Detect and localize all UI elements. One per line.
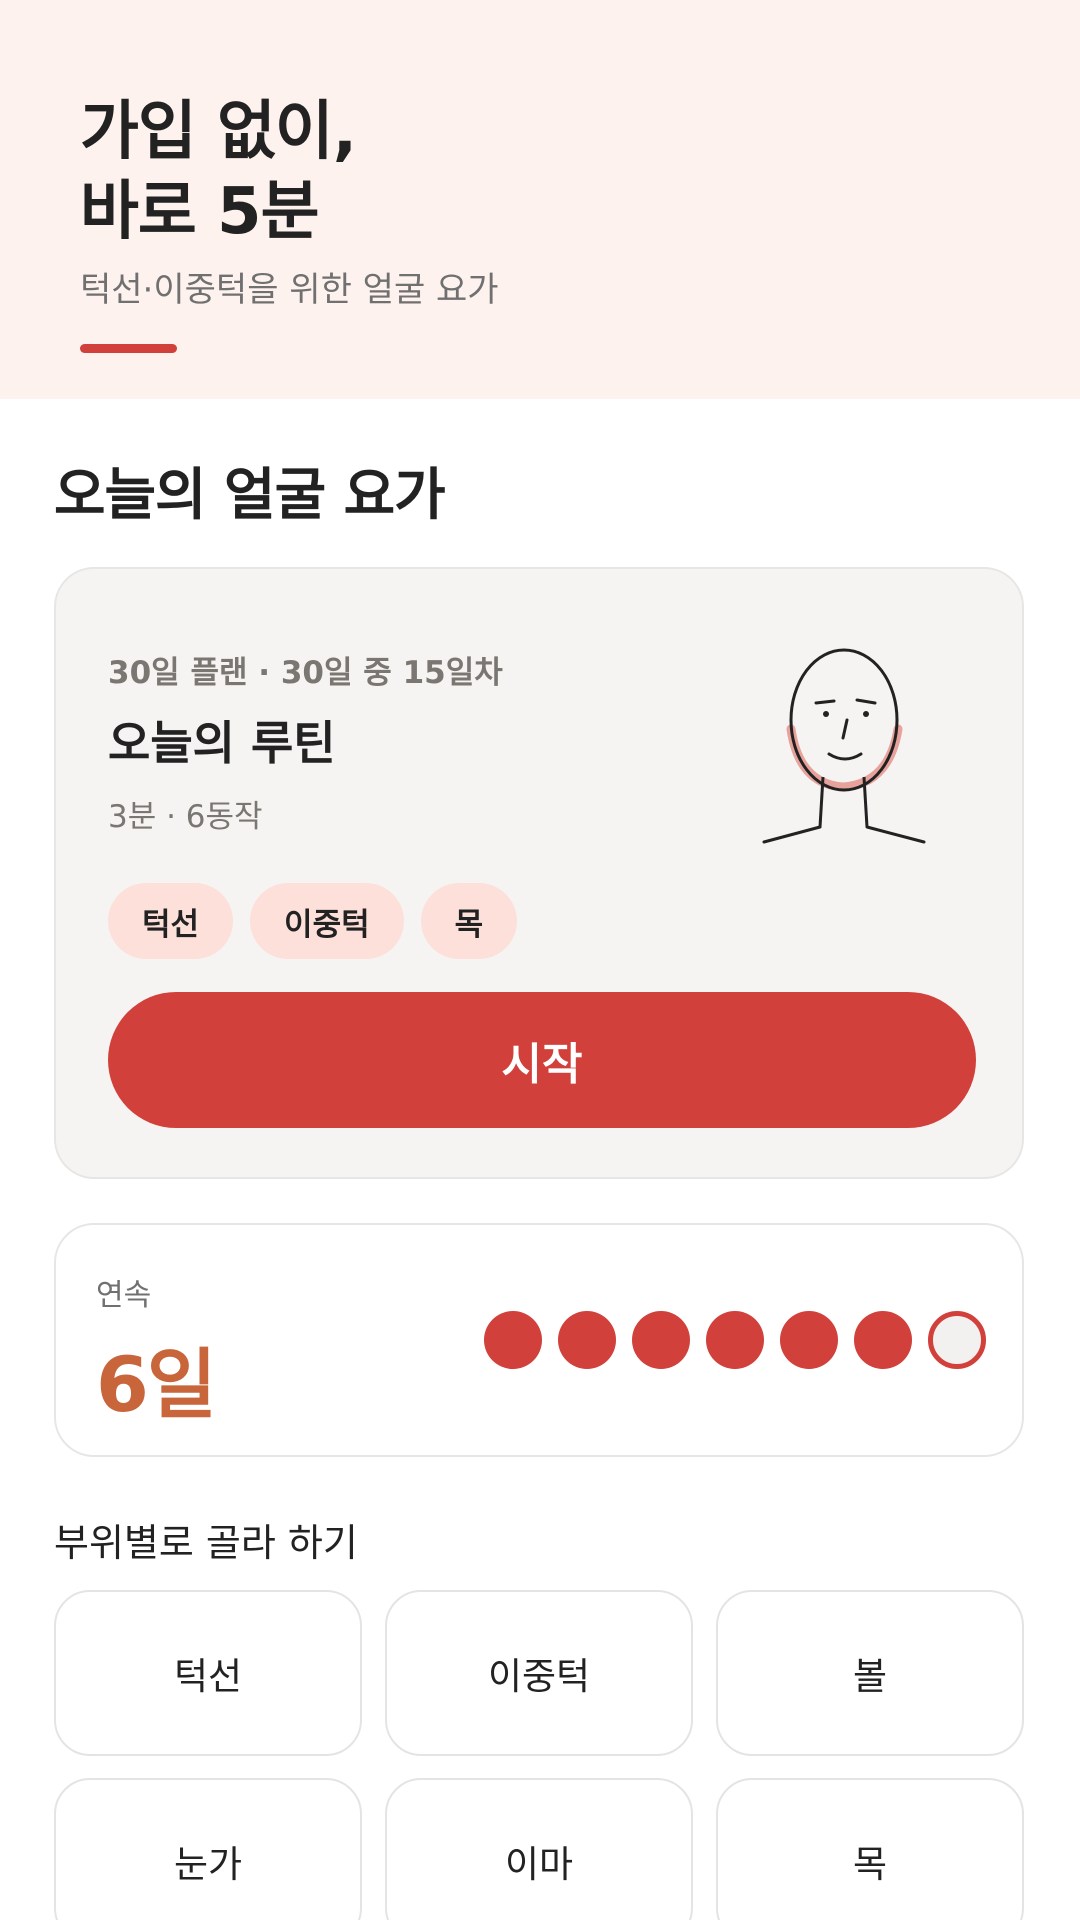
streak-day-complete-dot	[780, 1311, 838, 1369]
today-routine-card: 30일 플랜 · 30일 중 15일차 오늘의 루틴 3분 · 6동작 턱선 이…	[54, 567, 1024, 1179]
routine-title: 오늘의 루틴	[108, 716, 336, 770]
streak-day-complete-dot	[632, 1311, 690, 1369]
hero-subtitle: 턱선·이중턱을 위한 얼굴 요가	[80, 270, 499, 310]
routine-tags: 턱선 이중턱 목	[108, 883, 518, 959]
routine-duration: 3분 · 6동작	[108, 799, 263, 835]
part-button-cheek[interactable]: 볼	[716, 1590, 1024, 1756]
parts-section-title: 부위별로 골라 하기	[54, 1521, 358, 1565]
app-screen: 가입 없이, 바로 5분 턱선·이중턱을 위한 얼굴 요가 오늘의 얼굴 요가 …	[0, 0, 1080, 1920]
start-button[interactable]: 시작	[108, 992, 976, 1128]
streak-day-pending-dot	[928, 1311, 986, 1369]
part-button-double-chin[interactable]: 이중턱	[385, 1590, 693, 1756]
streak-day-complete-dot	[706, 1311, 764, 1369]
tag-jawline: 턱선	[108, 883, 234, 959]
hero-banner: 가입 없이, 바로 5분 턱선·이중턱을 위한 얼굴 요가	[0, 0, 1080, 399]
hero-title: 가입 없이, 바로 5분	[80, 95, 357, 249]
streak-dots	[484, 1311, 986, 1369]
streak-day-complete-dot	[854, 1311, 912, 1369]
part-button-jawline[interactable]: 턱선	[54, 1590, 362, 1756]
streak-count: 6일	[96, 1340, 217, 1429]
hero-accent-bar	[80, 344, 177, 353]
streak-day-complete-dot	[484, 1311, 542, 1369]
parts-grid: 턱선 이중턱 볼 눈가 이마 목	[54, 1590, 1026, 1920]
streak-day-complete-dot	[558, 1311, 616, 1369]
tag-neck: 목	[420, 883, 518, 959]
tag-double-chin: 이중턱	[250, 883, 404, 959]
plan-progress: 30일 플랜 · 30일 중 15일차	[108, 655, 503, 691]
streak-card: 연속 6일	[54, 1223, 1024, 1457]
part-button-forehead[interactable]: 이마	[385, 1778, 693, 1920]
streak-label: 연속	[96, 1278, 152, 1313]
part-button-neck[interactable]: 목	[716, 1778, 1024, 1920]
face-jawline-icon	[762, 648, 926, 844]
section-title: 오늘의 얼굴 요가	[54, 463, 446, 528]
part-button-eyes[interactable]: 눈가	[54, 1778, 362, 1920]
